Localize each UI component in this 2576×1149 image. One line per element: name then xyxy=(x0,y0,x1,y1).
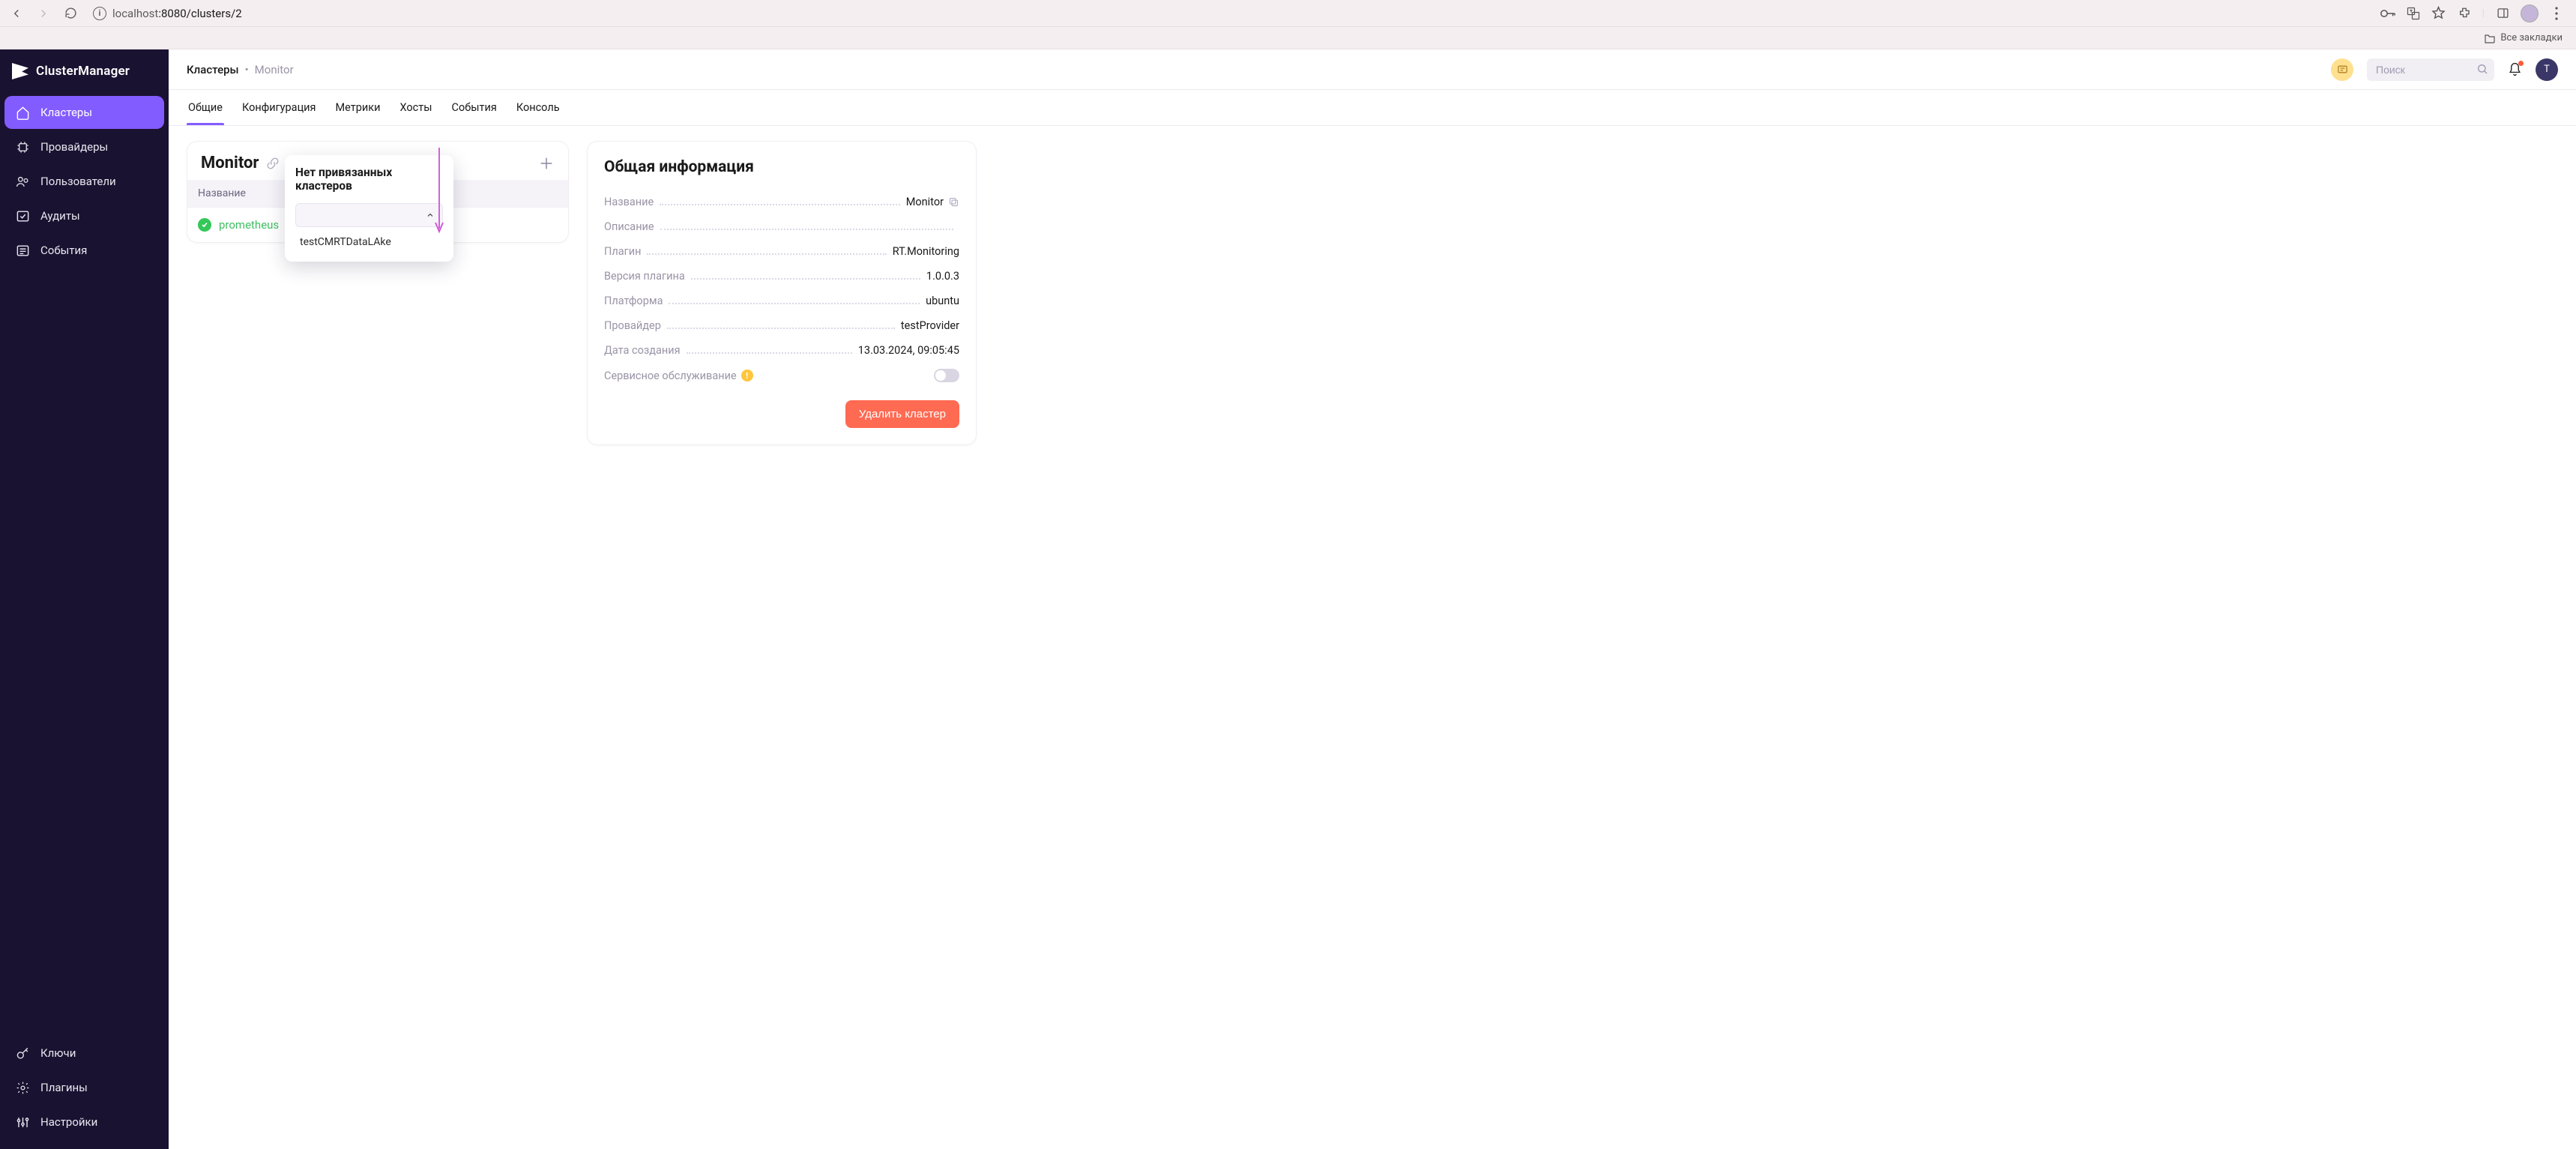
password-icon[interactable] xyxy=(2380,6,2395,21)
folder-icon xyxy=(2484,33,2496,43)
popover-title: Нет привязанных кластеров xyxy=(295,166,443,193)
cluster-title: Monitor xyxy=(201,154,259,172)
sliders-icon xyxy=(15,1115,30,1130)
breadcrumb-current: Monitor xyxy=(255,63,294,76)
side-panel-icon[interactable] xyxy=(2495,6,2510,21)
sidebar-item-settings[interactable]: Настройки xyxy=(4,1106,164,1139)
browser-toolbar: i localhost:8080/clusters/2 | xyxy=(0,0,2576,27)
menu-dots-icon[interactable] xyxy=(2549,6,2564,21)
add-button[interactable] xyxy=(538,155,555,172)
bookmark-star-icon[interactable] xyxy=(2431,6,2446,21)
notification-dot-icon xyxy=(2518,61,2524,66)
sidebar-item-label: Плагины xyxy=(40,1081,88,1094)
extensions-icon[interactable] xyxy=(2457,6,2472,21)
sidebar-item-events[interactable]: События xyxy=(4,234,164,267)
info-row-plugin-version: Версия плагина1.0.0.3 xyxy=(604,264,959,289)
breadcrumb-root[interactable]: Кластеры xyxy=(187,63,239,76)
copy-icon[interactable] xyxy=(948,196,959,208)
status-ok-icon xyxy=(198,218,211,232)
sidebar-item-label: События xyxy=(40,244,87,257)
address-bar[interactable]: i localhost:8080/clusters/2 xyxy=(87,7,2374,20)
nav-forward-button[interactable] xyxy=(33,3,54,24)
sidebar-item-audits[interactable]: Аудиты xyxy=(4,199,164,232)
url-text: localhost:8080/clusters/2 xyxy=(112,7,242,20)
profile-avatar-icon[interactable] xyxy=(2521,4,2539,22)
sidebar-item-users[interactable]: Пользователи xyxy=(4,165,164,198)
search-input[interactable] xyxy=(2367,58,2494,81)
sidebar-item-plugins[interactable]: Плагины xyxy=(4,1071,164,1104)
users-icon xyxy=(15,174,30,189)
sidebar-item-providers[interactable]: Провайдеры xyxy=(4,130,164,163)
key-icon xyxy=(15,1046,30,1061)
brand-logo-icon xyxy=(12,63,28,79)
bookmarks-bar: Все закладки xyxy=(0,27,2576,49)
sidebar-item-label: Аудиты xyxy=(40,209,80,223)
tab-events[interactable]: События xyxy=(450,91,498,124)
info-title: Общая информация xyxy=(604,158,959,176)
info-row-description: Описание xyxy=(604,214,959,239)
sidebar-item-label: Провайдеры xyxy=(40,140,108,154)
suggestions-button[interactable] xyxy=(2331,58,2353,81)
info-row-plugin: ПлагинRT.Monitoring xyxy=(604,239,959,264)
home-icon xyxy=(15,105,30,120)
nav-reload-button[interactable] xyxy=(60,3,81,24)
list-icon xyxy=(15,243,30,258)
sidebar-item-label: Ключи xyxy=(40,1046,76,1060)
cluster-option[interactable]: testCMRTDataLAke xyxy=(295,227,443,256)
chevron-up-icon xyxy=(426,211,435,220)
tab-hosts[interactable]: Хосты xyxy=(398,91,433,124)
gear-icon xyxy=(15,1080,30,1095)
check-icon xyxy=(15,208,30,223)
maintenance-toggle[interactable] xyxy=(934,369,959,382)
notifications-button[interactable] xyxy=(2508,62,2522,76)
search-icon xyxy=(2476,63,2488,75)
delete-cluster-button[interactable]: Удалить кластер xyxy=(845,400,959,428)
sidebar-item-keys[interactable]: Ключи xyxy=(4,1037,164,1070)
tab-metrics[interactable]: Метрики xyxy=(334,91,382,124)
brand-name: ClusterManager xyxy=(36,64,130,79)
service-name: prometheus xyxy=(219,218,279,232)
brand[interactable]: ClusterManager xyxy=(0,49,169,96)
translate-icon[interactable] xyxy=(2406,6,2421,21)
warning-icon: ! xyxy=(741,370,753,382)
tabs: Общие Конфигурация Метрики Хосты События… xyxy=(169,90,2576,126)
info-row-maintenance: Сервисное обслуживание ! xyxy=(604,363,959,388)
info-row-name: Название Monitor xyxy=(604,190,959,214)
all-bookmarks-link[interactable]: Все закладки xyxy=(2500,32,2563,43)
breadcrumb-sep: • xyxy=(245,63,249,76)
info-row-provider: ПровайдерtestProvider xyxy=(604,313,959,338)
info-row-platform: Платформаubuntu xyxy=(604,289,959,313)
sidebar: ClusterManager Кластеры Провайдеры Польз… xyxy=(0,49,169,1149)
tab-console[interactable]: Консоль xyxy=(515,91,561,124)
sidebar-item-label: Настройки xyxy=(40,1115,97,1129)
user-avatar[interactable]: T xyxy=(2536,58,2558,81)
sidebar-item-label: Кластеры xyxy=(40,106,92,119)
cluster-select[interactable] xyxy=(295,203,443,227)
linked-clusters-popover: Нет привязанных кластеров testCMRTDataLA… xyxy=(285,155,453,262)
sidebar-item-clusters[interactable]: Кластеры xyxy=(4,96,164,129)
nav-back-button[interactable] xyxy=(6,3,27,24)
tab-general[interactable]: Общие xyxy=(187,91,224,124)
main-content: Кластеры • Monitor T Общие xyxy=(169,49,2576,1149)
breadcrumb: Кластеры • Monitor xyxy=(187,63,294,76)
chip-icon xyxy=(15,139,30,154)
general-info-card: Общая информация Название Monitor Описан… xyxy=(587,141,977,445)
site-info-icon[interactable]: i xyxy=(93,7,106,20)
search-wrap xyxy=(2367,58,2494,81)
browser-actions: | xyxy=(2380,4,2570,22)
link-icon[interactable] xyxy=(266,157,280,170)
tab-config[interactable]: Конфигурация xyxy=(241,91,318,124)
cluster-services-card: Monitor Название prometheus Нет xyxy=(187,141,569,243)
sidebar-item-label: Пользователи xyxy=(40,175,116,188)
info-row-created: Дата создания13.03.2024, 09:05:45 xyxy=(604,338,959,363)
topbar: Кластеры • Monitor T xyxy=(169,49,2576,90)
